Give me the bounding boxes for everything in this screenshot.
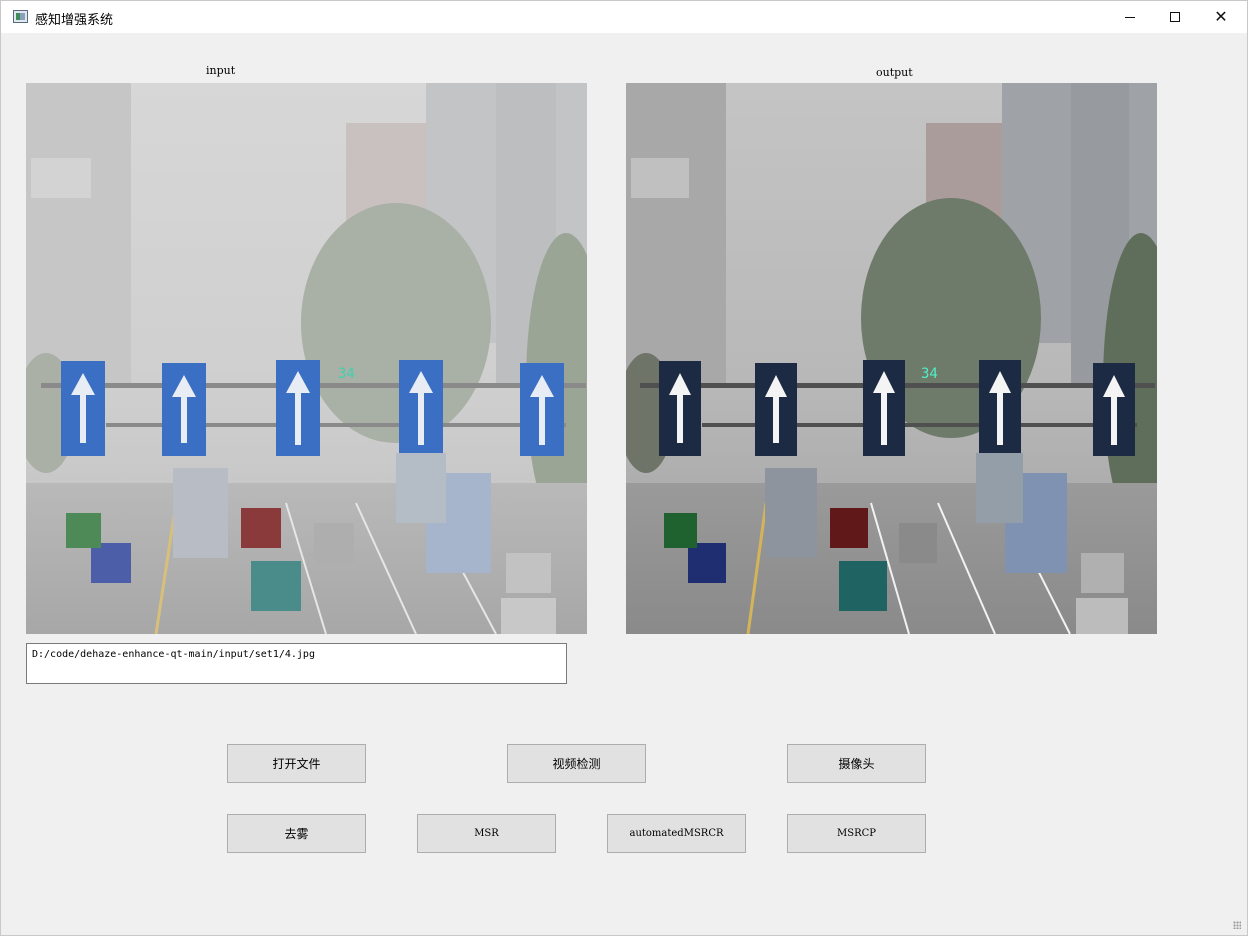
msr-button[interactable]: MSR — [417, 814, 556, 853]
resize-grip[interactable] — [1233, 921, 1241, 929]
signal-number: 34 — [338, 366, 355, 382]
input-image: 34 — [26, 83, 587, 634]
signal-number-output: 34 — [921, 366, 938, 382]
output-label: output — [876, 66, 913, 79]
app-window: 感知增强系统 ✕ input output 34 34 D:/code/deha… — [0, 0, 1248, 936]
input-label: input — [206, 64, 236, 77]
camera-button[interactable]: 摄像头 — [787, 744, 926, 783]
open-file-button[interactable]: 打开文件 — [227, 744, 366, 783]
left-edge — [1, 33, 6, 183]
window-title: 感知增强系统 — [35, 13, 114, 28]
output-image-canvas: 34 — [626, 83, 1157, 634]
file-path-field[interactable]: D:/code/dehaze-enhance-qt-main/input/set… — [26, 643, 567, 684]
app-icon — [13, 10, 28, 23]
input-image-canvas: 34 — [26, 83, 587, 634]
title-bar[interactable]: 感知增强系统 ✕ — [1, 1, 1247, 33]
maximize-button[interactable] — [1152, 1, 1198, 33]
dehaze-button[interactable]: 去雾 — [227, 814, 366, 853]
automated-msrcr-button[interactable]: automatedMSRCR — [607, 814, 746, 853]
minimize-icon — [1125, 16, 1135, 18]
close-button[interactable]: ✕ — [1198, 1, 1244, 33]
maximize-icon — [1170, 12, 1180, 22]
output-image: 34 — [626, 83, 1157, 634]
video-detect-button[interactable]: 视频检测 — [507, 744, 646, 783]
close-icon: ✕ — [1214, 7, 1228, 26]
minimize-button[interactable] — [1107, 1, 1153, 33]
msrcp-button[interactable]: MSRCP — [787, 814, 926, 853]
